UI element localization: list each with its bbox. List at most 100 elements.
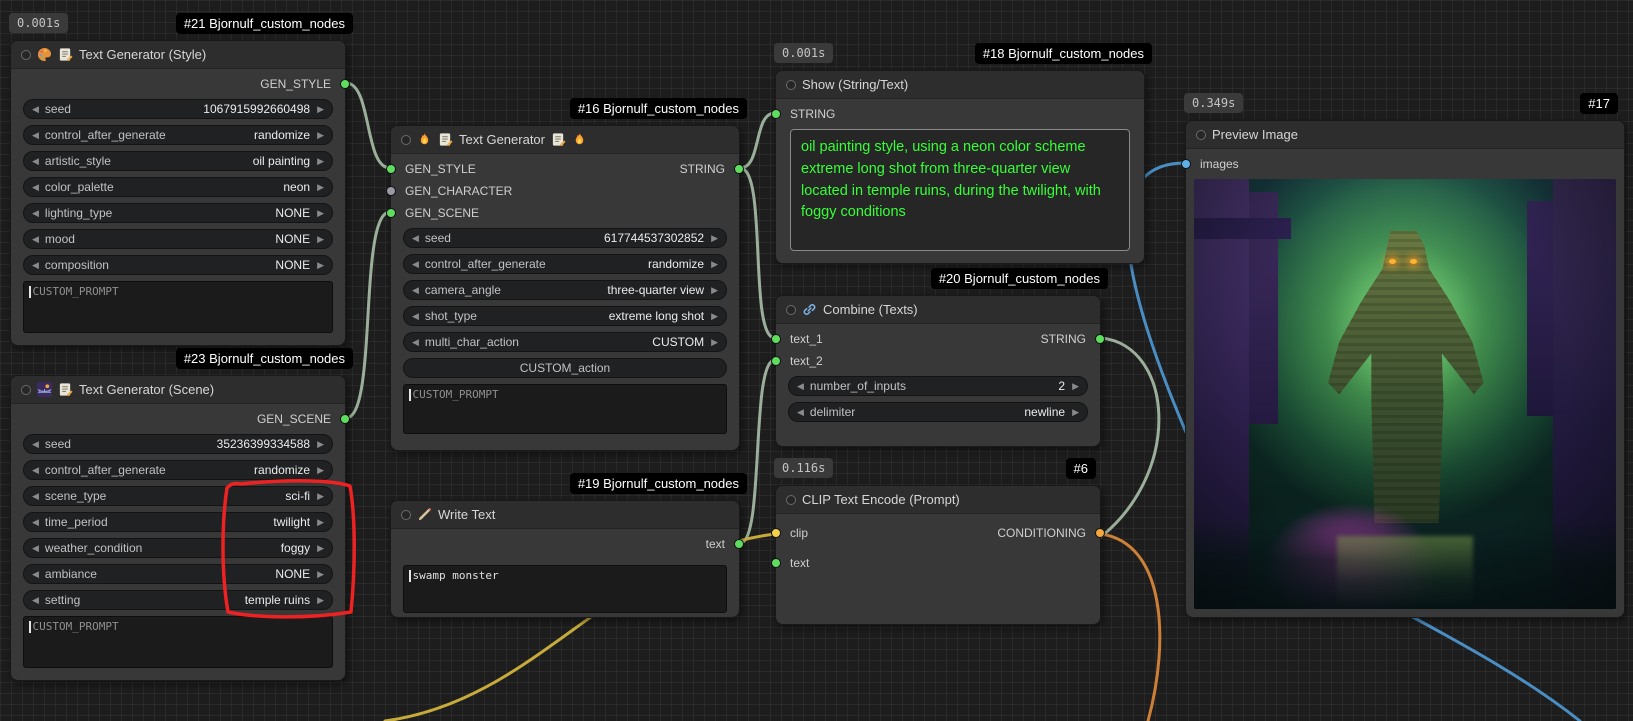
widget-seed[interactable]: ◀seed1067915992660498▶ <box>23 99 333 119</box>
widget-control-after-generate[interactable]: ◀control_after_generaterandomize▶ <box>23 460 333 480</box>
increment-arrow-icon[interactable]: ▶ <box>317 130 324 141</box>
increment-arrow-icon[interactable]: ▶ <box>711 259 718 270</box>
input-port-string[interactable] <box>771 109 781 119</box>
output-port-gen-style[interactable] <box>340 79 350 89</box>
increment-arrow-icon[interactable]: ▶ <box>1072 381 1079 392</box>
output-port-gen-scene[interactable] <box>340 414 350 424</box>
widget-control-after-generate[interactable]: ◀control_after_generaterandomize▶ <box>23 125 333 145</box>
widget-mood[interactable]: ◀moodNONE▶ <box>23 229 333 249</box>
output-port-text[interactable] <box>734 539 744 549</box>
increment-arrow-icon[interactable]: ▶ <box>1072 407 1079 418</box>
increment-arrow-icon[interactable]: ▶ <box>317 260 324 271</box>
increment-arrow-icon[interactable]: ▶ <box>317 208 324 219</box>
increment-arrow-icon[interactable]: ▶ <box>317 491 324 502</box>
widget-setting[interactable]: ◀settingtemple ruins▶ <box>23 590 333 610</box>
widget-control-after-generate[interactable]: ◀control_after_generaterandomize▶ <box>403 254 727 274</box>
decrement-arrow-icon[interactable]: ◀ <box>412 337 419 348</box>
decrement-arrow-icon[interactable]: ◀ <box>32 517 39 528</box>
collapse-dot[interactable] <box>401 135 411 145</box>
increment-arrow-icon[interactable]: ▶ <box>711 311 718 322</box>
node-titlebar[interactable]: CLIP Text Encode (Prompt) <box>776 486 1100 514</box>
input-port-gen-scene[interactable] <box>386 208 396 218</box>
widget-seed[interactable]: ◀seed35236399334588▶ <box>23 434 333 454</box>
node-titlebar[interactable]: Text Generator <box>391 126 739 154</box>
increment-arrow-icon[interactable]: ▶ <box>317 517 324 528</box>
widget-ambiance[interactable]: ◀ambianceNONE▶ <box>23 564 333 584</box>
custom-prompt-textarea[interactable]: CUSTOM_PROMPT <box>403 384 727 434</box>
increment-arrow-icon[interactable]: ▶ <box>317 234 324 245</box>
output-port-string[interactable] <box>1095 334 1105 344</box>
node-preview-image[interactable]: 0.349s #17 Preview Image images <box>1185 120 1625 618</box>
decrement-arrow-icon[interactable]: ◀ <box>32 491 39 502</box>
node-titlebar[interactable]: Combine (Texts) <box>776 296 1100 324</box>
widget-number-of-inputs[interactable]: ◀number_of_inputs2▶ <box>788 376 1088 396</box>
increment-arrow-icon[interactable]: ▶ <box>317 182 324 193</box>
decrement-arrow-icon[interactable]: ◀ <box>32 543 39 554</box>
node-combine-texts[interactable]: #20 Bjornulf_custom_nodes Combine (Texts… <box>775 295 1101 447</box>
increment-arrow-icon[interactable]: ▶ <box>711 233 718 244</box>
widget-color-palette[interactable]: ◀color_paletteneon▶ <box>23 177 333 197</box>
decrement-arrow-icon[interactable]: ◀ <box>32 156 39 167</box>
input-port-text-1[interactable] <box>771 334 781 344</box>
node-write-text[interactable]: #19 Bjornulf_custom_nodes Write Text tex… <box>390 500 740 618</box>
input-port-text[interactable] <box>771 558 781 568</box>
increment-arrow-icon[interactable]: ▶ <box>317 465 324 476</box>
collapse-dot[interactable] <box>21 385 31 395</box>
node-clip-text-encode[interactable]: 0.116s #6 CLIP Text Encode (Prompt) clip… <box>775 485 1101 625</box>
node-show-string-text[interactable]: 0.001s #18 Bjornulf_custom_nodes Show (S… <box>775 70 1145 264</box>
increment-arrow-icon[interactable]: ▶ <box>317 595 324 606</box>
node-graph-canvas[interactable]: 0.001s #21 Bjornulf_custom_nodes Text Ge… <box>0 0 1633 721</box>
node-titlebar[interactable]: Show (String/Text) <box>776 71 1144 99</box>
widget-seed[interactable]: ◀seed617744537302852▶ <box>403 228 727 248</box>
increment-arrow-icon[interactable]: ▶ <box>317 104 324 115</box>
custom-prompt-textarea[interactable]: CUSTOM_PROMPT <box>23 616 333 668</box>
custom-prompt-textarea[interactable]: CUSTOM_PROMPT <box>23 281 333 333</box>
collapse-dot[interactable] <box>786 80 796 90</box>
node-titlebar[interactable]: Preview Image <box>1186 121 1624 149</box>
decrement-arrow-icon[interactable]: ◀ <box>32 234 39 245</box>
decrement-arrow-icon[interactable]: ◀ <box>797 381 804 392</box>
node-titlebar[interactable]: Write Text <box>391 501 739 529</box>
widget-time-period[interactable]: ◀time_periodtwilight▶ <box>23 512 333 532</box>
increment-arrow-icon[interactable]: ▶ <box>711 285 718 296</box>
widget-lighting-type[interactable]: ◀lighting_typeNONE▶ <box>23 203 333 223</box>
input-port-text-2[interactable] <box>771 356 781 366</box>
decrement-arrow-icon[interactable]: ◀ <box>32 260 39 271</box>
input-port-clip[interactable] <box>771 528 781 538</box>
decrement-arrow-icon[interactable]: ◀ <box>32 439 39 450</box>
decrement-arrow-icon[interactable]: ◀ <box>32 208 39 219</box>
decrement-arrow-icon[interactable]: ◀ <box>797 407 804 418</box>
collapse-dot[interactable] <box>1196 130 1206 140</box>
decrement-arrow-icon[interactable]: ◀ <box>32 182 39 193</box>
increment-arrow-icon[interactable]: ▶ <box>317 569 324 580</box>
widget-custom-action[interactable]: CUSTOM_action <box>403 358 727 378</box>
node-titlebar[interactable]: Text Generator (Scene) <box>11 376 345 404</box>
output-port-conditioning[interactable] <box>1095 528 1105 538</box>
decrement-arrow-icon[interactable]: ◀ <box>412 285 419 296</box>
decrement-arrow-icon[interactable]: ◀ <box>32 595 39 606</box>
widget-delimiter[interactable]: ◀delimiternewline▶ <box>788 402 1088 422</box>
collapse-dot[interactable] <box>401 510 411 520</box>
widget-scene-type[interactable]: ◀scene_typesci-fi▶ <box>23 486 333 506</box>
widget-camera-angle[interactable]: ◀camera_anglethree-quarter view▶ <box>403 280 727 300</box>
widget-composition[interactable]: ◀compositionNONE▶ <box>23 255 333 275</box>
input-port-gen-style[interactable] <box>386 164 396 174</box>
decrement-arrow-icon[interactable]: ◀ <box>32 569 39 580</box>
node-text-generator[interactable]: #16 Bjornulf_custom_nodes Text Generator… <box>390 125 740 451</box>
collapse-dot[interactable] <box>786 305 796 315</box>
node-text-generator-scene[interactable]: #23 Bjornulf_custom_nodes Text Generator… <box>10 375 346 681</box>
widget-weather-condition[interactable]: ◀weather_conditionfoggy▶ <box>23 538 333 558</box>
widget-multi-char-action[interactable]: ◀multi_char_actionCUSTOM▶ <box>403 332 727 352</box>
widget-artistic-style[interactable]: ◀artistic_styleoil painting▶ <box>23 151 333 171</box>
decrement-arrow-icon[interactable]: ◀ <box>32 130 39 141</box>
decrement-arrow-icon[interactable]: ◀ <box>412 311 419 322</box>
decrement-arrow-icon[interactable]: ◀ <box>32 465 39 476</box>
node-text-generator-style[interactable]: 0.001s #21 Bjornulf_custom_nodes Text Ge… <box>10 40 346 346</box>
decrement-arrow-icon[interactable]: ◀ <box>412 259 419 270</box>
decrement-arrow-icon[interactable]: ◀ <box>412 233 419 244</box>
increment-arrow-icon[interactable]: ▶ <box>317 156 324 167</box>
input-port-gen-character[interactable] <box>386 186 396 196</box>
collapse-dot[interactable] <box>786 495 796 505</box>
increment-arrow-icon[interactable]: ▶ <box>317 439 324 450</box>
increment-arrow-icon[interactable]: ▶ <box>317 543 324 554</box>
